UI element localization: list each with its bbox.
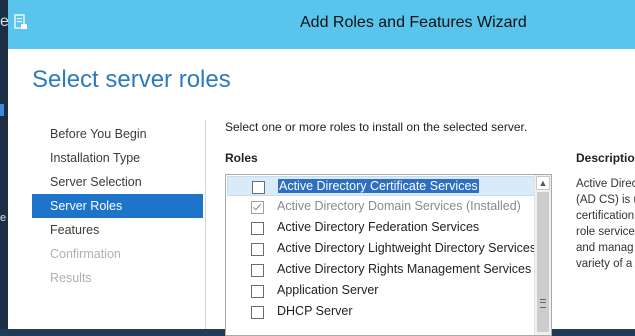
description-line: and manag — [576, 242, 634, 254]
roles-heading: Roles — [225, 151, 258, 165]
desktop-glyph-small: e — [0, 212, 7, 224]
desktop-edge: e e — [0, 0, 9, 329]
nav-item-before-you-begin[interactable]: Before You Begin — [32, 122, 203, 146]
nav-item-installation-type[interactable]: Installation Type — [32, 146, 203, 170]
desktop-accent — [0, 104, 4, 116]
server-manager-icon — [14, 14, 28, 30]
role-checkbox[interactable] — [251, 243, 264, 256]
role-checkbox[interactable] — [251, 222, 264, 235]
nav-item-results: Results — [50, 271, 92, 285]
grip-icon — [540, 299, 546, 308]
description-line: role service — [576, 226, 635, 238]
role-checkbox[interactable] — [251, 306, 264, 319]
nav-item-server-roles[interactable]: Server Roles — [32, 194, 203, 218]
role-checkbox — [251, 201, 264, 214]
role-row[interactable]: Active Directory Domain Services (Instal… — [227, 197, 535, 217]
role-checkbox[interactable] — [251, 285, 264, 298]
role-label[interactable]: DHCP Server — [277, 304, 352, 318]
description-line: variety of a — [576, 258, 633, 270]
role-row[interactable]: Active Directory Lightweight Directory S… — [227, 239, 536, 259]
role-row[interactable]: Application Server — [227, 281, 535, 301]
role-label[interactable]: Active Directory Certificate Services — [278, 179, 479, 193]
description-heading: Description — [576, 151, 635, 165]
role-label[interactable]: Active Directory Lightweight Directory S… — [277, 241, 536, 255]
description-line: certification — [576, 210, 635, 222]
window-title: Add Roles and Features Wizard — [300, 14, 527, 31]
nav-item-confirmation: Confirmation — [50, 247, 121, 261]
scroll-thumb[interactable] — [537, 192, 549, 332]
wizard-nav: Before You Begin Installation Type Server … — [32, 122, 203, 290]
page-title: Select server roles — [32, 66, 231, 93]
scroll-up-icon[interactable]: ▲ — [536, 176, 550, 190]
nav-divider — [205, 120, 206, 329]
role-label[interactable]: Application Server — [277, 283, 378, 297]
description-line: Active Direc — [576, 178, 635, 190]
role-label[interactable]: Active Directory Federation Services — [277, 220, 479, 234]
instruction-text: Select one or more roles to install on t… — [225, 120, 528, 134]
roles-list[interactable]: Active Directory Certificate Services Act… — [225, 174, 552, 336]
role-label[interactable]: Active Directory Domain Services (Instal… — [277, 199, 521, 213]
title-bar[interactable]: Add Roles and Features Wizard — [8, 0, 635, 49]
role-row[interactable]: Active Directory Certificate Services — [227, 176, 535, 196]
role-row[interactable]: Active Directory Federation Services — [227, 218, 535, 238]
role-row[interactable]: DHCP Server — [227, 302, 535, 322]
role-checkbox[interactable] — [251, 264, 264, 277]
wizard-window: Add Roles and Features Wizard Select ser… — [8, 0, 635, 336]
description-line: (AD CS) is u — [576, 194, 635, 206]
nav-item-features[interactable]: Features — [32, 218, 203, 242]
nav-item-server-selection[interactable]: Server Selection — [32, 170, 203, 194]
roles-scrollbar[interactable]: ▲ — [534, 175, 551, 335]
description-text: Active Direc (AD CS) is u certification rol… — [576, 176, 635, 272]
role-checkbox[interactable] — [252, 181, 265, 194]
role-row[interactable]: Active Directory Rights Management Servi… — [227, 260, 535, 280]
role-label[interactable]: Active Directory Rights Management Servi… — [277, 262, 531, 276]
